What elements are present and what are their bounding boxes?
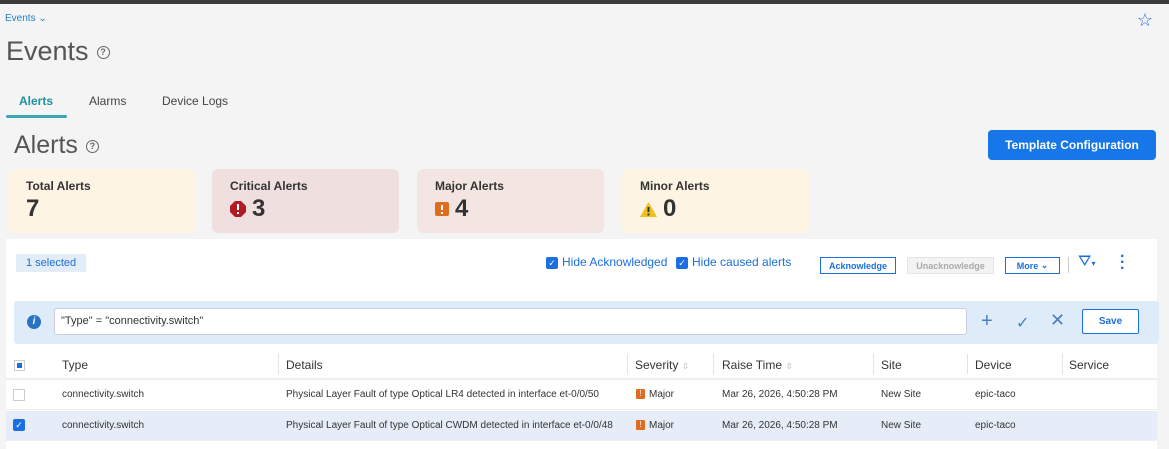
filter-query-input[interactable]: "Type" = "connectivity.switch" — [54, 308, 967, 335]
template-configuration-button[interactable]: Template Configuration — [988, 130, 1156, 160]
tab-device-logs[interactable]: Device Logs — [162, 94, 228, 108]
section-title: Alerts? — [14, 131, 99, 160]
severity-label: Major — [649, 389, 675, 400]
more-label: More — [1016, 260, 1039, 271]
acknowledge-button[interactable]: Acknowledge — [820, 257, 896, 274]
indeterminate-icon — [17, 363, 22, 368]
card-value: 4 — [455, 195, 469, 222]
critical-alerts-card[interactable]: Critical Alerts 3 — [212, 169, 399, 233]
check-icon[interactable]: ✓ — [1016, 313, 1029, 333]
major-square-icon — [435, 202, 449, 216]
card-label: Total Alerts — [26, 179, 91, 193]
unacknowledge-button[interactable]: Unacknowledge — [907, 257, 994, 274]
checkbox-checked-icon[interactable]: ✓ — [676, 256, 688, 269]
column-header-site[interactable]: Site — [881, 358, 902, 372]
cell-type: connectivity.switch — [62, 389, 145, 400]
active-tab-indicator — [6, 115, 67, 118]
more-options-icon[interactable]: · · · — [1120, 249, 1125, 277]
column-separator[interactable] — [713, 354, 714, 374]
cell-site: New Site — [881, 420, 922, 431]
cell-site: New Site — [881, 389, 922, 400]
section-title-text: Alerts — [14, 131, 78, 159]
tab-alerts[interactable]: Alerts — [19, 94, 53, 108]
help-icon[interactable]: ? — [96, 46, 110, 60]
row-checkbox-checked[interactable]: ✓ — [13, 419, 25, 431]
add-icon[interactable]: + — [981, 310, 993, 333]
column-separator[interactable] — [967, 354, 968, 374]
cell-device: epic-taco — [975, 420, 1016, 431]
card-value: 0 — [663, 195, 677, 222]
table-row[interactable]: connectivity.switch Physical Layer Fault… — [6, 380, 1157, 410]
total-alerts-card[interactable]: Total Alerts 7 — [8, 169, 195, 233]
column-separator[interactable] — [627, 354, 628, 374]
hide-caused-alerts-checkbox[interactable]: ✓ Hide caused alerts — [676, 255, 791, 269]
checkbox-label: Hide Acknowledged — [562, 255, 668, 269]
critical-octagon-icon — [230, 201, 246, 217]
column-header-type[interactable]: Type — [62, 358, 88, 372]
sort-icon[interactable]: ⇳ — [682, 361, 690, 371]
cell-raise-time: Mar 26, 2026, 4:50:28 PM — [722, 420, 838, 431]
sort-icon[interactable]: ⇳ — [785, 361, 793, 371]
page-title: Events? — [6, 36, 110, 67]
card-value: 3 — [252, 195, 266, 222]
cell-raise-time: Mar 26, 2026, 4:50:28 PM — [722, 389, 838, 400]
column-header-raise-time[interactable]: Raise Time ⇳ — [722, 358, 793, 372]
star-icon[interactable]: ☆ — [1137, 10, 1153, 31]
select-all-checkbox[interactable] — [14, 360, 25, 371]
column-separator[interactable] — [873, 354, 874, 374]
info-icon: i — [27, 315, 41, 329]
tab-alarms[interactable]: Alarms — [89, 94, 126, 108]
chevron-down-icon: ⌄ — [1040, 260, 1049, 270]
save-button[interactable]: Save — [1082, 309, 1139, 334]
major-alerts-card[interactable]: Major Alerts 4 — [417, 169, 604, 233]
card-label: Minor Alerts — [640, 179, 710, 193]
column-header-device[interactable]: Device — [975, 358, 1012, 372]
minor-alerts-card[interactable]: Minor Alerts 0 — [622, 169, 809, 233]
major-icon: ! — [636, 389, 645, 400]
cell-severity: ! Major — [636, 389, 674, 400]
header-label: Severity — [635, 358, 679, 372]
card-value: 7 — [26, 195, 40, 222]
cell-severity: ! Major — [636, 420, 674, 431]
more-button[interactable]: More ⌄ — [1005, 257, 1060, 274]
help-icon[interactable]: ? — [85, 139, 99, 153]
column-separator[interactable] — [278, 354, 279, 374]
divider — [1068, 257, 1069, 273]
chevron-down-icon: ⌄ — [38, 13, 47, 24]
cell-device: epic-taco — [975, 389, 1016, 400]
page-title-text: Events — [6, 36, 89, 66]
severity-label: Major — [649, 420, 675, 431]
checkbox-checked-icon[interactable]: ✓ — [546, 256, 558, 269]
column-header-severity[interactable]: Severity ⇳ — [635, 358, 689, 372]
cell-details: Physical Layer Fault of type Optical LR4… — [286, 389, 599, 400]
card-label: Critical Alerts — [230, 179, 308, 193]
major-icon: ! — [636, 420, 645, 431]
cell-details: Physical Layer Fault of type Optical CWD… — [286, 420, 613, 431]
row-checkbox[interactable] — [13, 389, 25, 401]
header-label: Raise Time — [722, 358, 783, 372]
column-separator[interactable] — [1062, 354, 1063, 374]
close-icon[interactable]: ✕ — [1050, 310, 1065, 331]
breadcrumb-label[interactable]: Events — [5, 13, 36, 24]
selected-count: 1 selected — [16, 254, 87, 272]
breadcrumb[interactable]: Events ⌄ — [5, 13, 47, 24]
column-header-details[interactable]: Details — [286, 358, 323, 372]
column-header-service[interactable]: Service — [1069, 358, 1109, 372]
checkbox-label: Hide caused alerts — [692, 255, 792, 269]
card-label: Major Alerts — [435, 179, 504, 193]
table-row[interactable]: ✓ connectivity.switch Physical Layer Fau… — [6, 411, 1157, 441]
warning-triangle-icon — [640, 201, 657, 217]
filter-icon[interactable]: ⛛▾ — [1078, 253, 1095, 271]
cell-type: connectivity.switch — [62, 420, 145, 431]
hide-acknowledged-checkbox[interactable]: ✓ Hide Acknowledged — [546, 255, 667, 269]
